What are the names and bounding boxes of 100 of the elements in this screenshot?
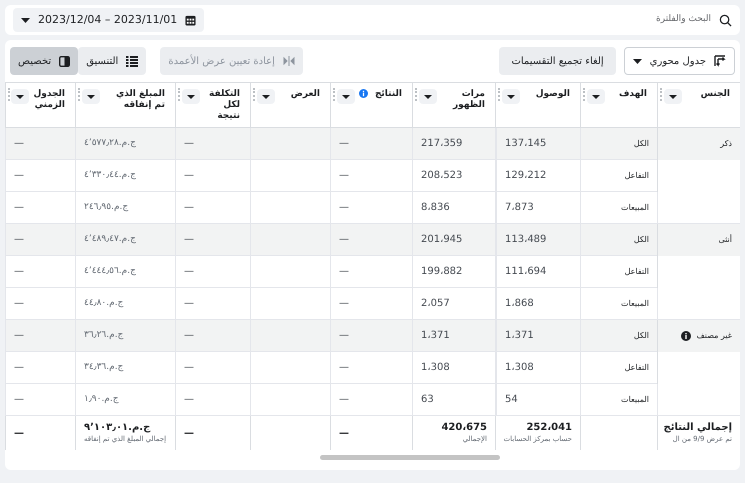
column-menu-button[interactable] bbox=[182, 89, 200, 104]
caret-icon bbox=[632, 58, 642, 64]
table-cell-text: — bbox=[14, 137, 24, 151]
table-cell: ذكر bbox=[720, 138, 732, 150]
table-cell-text: — bbox=[339, 265, 349, 279]
column-menu-button[interactable] bbox=[587, 89, 605, 104]
caret-icon bbox=[87, 94, 95, 98]
total-value: ج.م.٩٬١٠٣٫٠١ bbox=[84, 421, 150, 434]
table-cell-text: 1،868 bbox=[505, 297, 534, 311]
table-cell: الكل bbox=[634, 234, 649, 246]
horizontal-scrollbar[interactable] bbox=[320, 455, 500, 460]
column-header[interactable]: الجنس bbox=[686, 89, 730, 100]
table-cell-text: — bbox=[14, 201, 24, 215]
table-cell-text: — bbox=[184, 137, 194, 151]
table-cell-text: ج.م.٣٤٫٣٦ bbox=[84, 360, 124, 374]
total-value: 420،675 bbox=[441, 421, 487, 434]
caret-icon bbox=[669, 94, 677, 98]
table-cell-text: ج.م.١٫٩٠ bbox=[84, 392, 119, 406]
table-cell-text: 1،308 bbox=[421, 361, 450, 375]
drag-handle-icon[interactable] bbox=[178, 88, 180, 101]
customize-button[interactable]: تخصيص bbox=[10, 47, 78, 75]
column-menu-button[interactable] bbox=[257, 89, 275, 104]
total-value: 252،041 bbox=[526, 421, 572, 434]
column-header[interactable]: الهدف bbox=[609, 89, 647, 100]
table-cell-text: ج.م.٤٬٥٧٧٫٢٨ bbox=[84, 136, 136, 150]
drag-handle-icon[interactable] bbox=[253, 88, 255, 101]
table-cell-text: — bbox=[339, 169, 349, 183]
column-header[interactable]: الوصول bbox=[524, 89, 570, 100]
total-value: إجمالي النتائج bbox=[663, 421, 732, 434]
column-header[interactable]: التكلفة لكل نتيجة bbox=[204, 89, 240, 122]
table-cell-text: ج.م.٤٬٣٣٠٫٤٤ bbox=[84, 168, 136, 182]
table-cell-text: — bbox=[339, 329, 349, 343]
caret-icon bbox=[342, 94, 350, 98]
column-menu-button[interactable] bbox=[82, 89, 100, 104]
column-menu-button[interactable] bbox=[337, 89, 355, 104]
table-cell-text: 111،694 bbox=[505, 265, 546, 279]
table-cell-text: 217،359 bbox=[421, 137, 462, 151]
table-cell-text: — bbox=[339, 201, 349, 215]
ungroup-button[interactable]: إلغاء تجميع التقسيمات bbox=[499, 47, 616, 75]
total-value: — bbox=[14, 426, 24, 440]
column-header[interactable]: مرات الظهور bbox=[441, 89, 485, 111]
drag-handle-icon[interactable] bbox=[498, 88, 500, 101]
info-icon[interactable] bbox=[680, 331, 691, 341]
caret-icon bbox=[187, 94, 195, 98]
table-cell-text: 113،489 bbox=[505, 233, 546, 247]
column-menu-button[interactable] bbox=[664, 89, 682, 104]
table-cell-text: — bbox=[14, 329, 24, 343]
list-icon bbox=[126, 56, 138, 66]
search-icon bbox=[719, 14, 732, 26]
column-menu-button[interactable] bbox=[502, 89, 520, 104]
table-cell: الكل bbox=[634, 138, 649, 150]
table-cell-text: — bbox=[14, 265, 24, 279]
table-cell-text: ج.م.٤٬٤٨٩٫٤٧ bbox=[84, 232, 136, 246]
drag-handle-icon[interactable] bbox=[415, 88, 417, 101]
column-header[interactable]: النتائج bbox=[372, 89, 402, 100]
table-cell-text: — bbox=[14, 393, 24, 407]
drag-handle-icon[interactable] bbox=[583, 88, 585, 101]
table-cell-text: ج.م.٢٤٦٫٩٥ bbox=[84, 200, 128, 214]
format-button[interactable]: التنسيق bbox=[78, 47, 146, 75]
drag-handle-icon[interactable] bbox=[8, 88, 10, 101]
table-cell-text: 1،371 bbox=[505, 329, 534, 343]
total-value: — bbox=[184, 426, 194, 440]
table-cell-text: — bbox=[339, 233, 349, 247]
table-cell-text: — bbox=[184, 297, 194, 311]
table-cell-text: — bbox=[184, 329, 194, 343]
table-cell-text: 8،836 bbox=[421, 201, 450, 215]
column-header[interactable]: الجدول الزمني bbox=[33, 89, 65, 111]
column-resize-icon bbox=[282, 56, 295, 66]
column-menu-button[interactable] bbox=[419, 89, 437, 104]
drag-handle-icon[interactable] bbox=[333, 88, 335, 101]
table-cell-text: — bbox=[184, 265, 194, 279]
table-cell: المبيعات bbox=[621, 394, 649, 406]
table-cell-text: — bbox=[339, 297, 349, 311]
table-cell-text: 1،371 bbox=[421, 329, 450, 343]
table-cell-text: ج.م.٣٦٫٢٦ bbox=[84, 328, 124, 342]
pivot-icon bbox=[714, 55, 726, 67]
caret-icon bbox=[262, 94, 270, 98]
table-cell: المبيعات bbox=[621, 202, 649, 214]
table-cell-text: — bbox=[184, 393, 194, 407]
column-menu-button[interactable] bbox=[11, 89, 30, 104]
table-cell-text: — bbox=[14, 361, 24, 375]
search-field[interactable]: البحث والفلترة bbox=[511, 13, 711, 27]
table-cell-text: 199،882 bbox=[421, 265, 462, 279]
caret-icon bbox=[424, 94, 432, 98]
column-header[interactable]: المبلغ الذي تم إنفاقه bbox=[104, 89, 165, 111]
pivot-table-dropdown[interactable]: جدول محوري bbox=[624, 47, 735, 75]
total-value: — bbox=[339, 426, 349, 440]
table-cell-text: — bbox=[14, 297, 24, 311]
date-range-picker[interactable]: 2023/12/04 – 2023/11/01 bbox=[13, 8, 204, 32]
calendar-icon bbox=[185, 14, 196, 26]
table-cell-text: 2،057 bbox=[421, 297, 450, 311]
table-cell-text: — bbox=[339, 137, 349, 151]
column-header[interactable]: العرض bbox=[279, 89, 320, 100]
caret-icon bbox=[507, 94, 515, 98]
table-cell-text: ج.م.٤٬٤٤٤٫٥٦ bbox=[84, 264, 136, 278]
panel-icon bbox=[59, 56, 70, 66]
table-cell: التفاعل bbox=[624, 362, 649, 374]
table-cell-text: 137،145 bbox=[505, 137, 546, 151]
drag-handle-icon[interactable] bbox=[660, 88, 662, 101]
drag-handle-icon[interactable] bbox=[78, 88, 80, 101]
